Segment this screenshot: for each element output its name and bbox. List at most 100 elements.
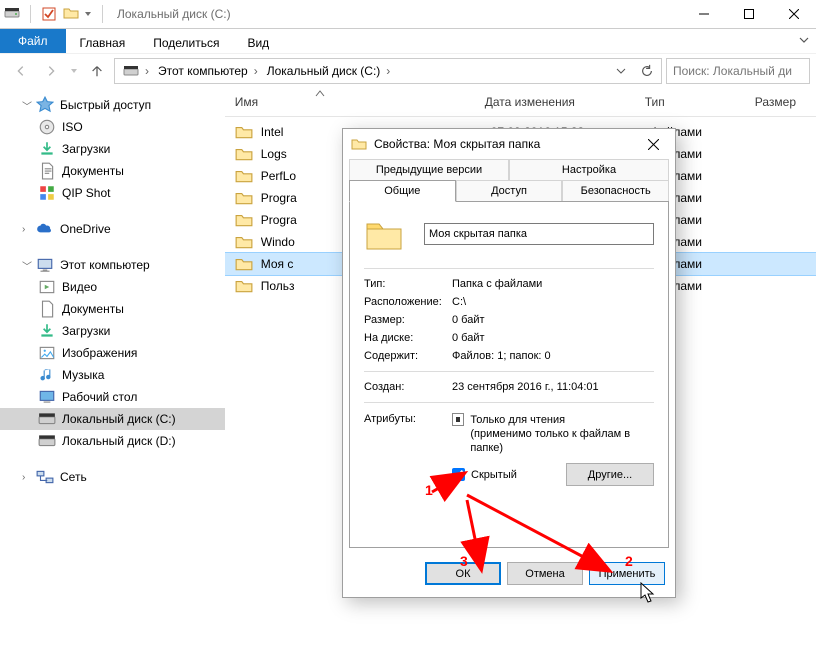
folder-icon <box>235 277 253 295</box>
search-input[interactable]: Поиск: Локальный ди <box>666 58 810 84</box>
nav-label: Локальный диск (D:) <box>62 434 176 448</box>
picture-icon <box>38 344 56 362</box>
folder-icon <box>351 136 367 152</box>
nav-network[interactable]: › Сеть <box>0 466 225 488</box>
col-name[interactable]: Имя <box>235 95 485 109</box>
prop-value: Файлов: 1; папок: 0 <box>452 350 551 362</box>
cloud-icon <box>36 220 54 238</box>
nav-quick-access[interactable]: ﹀ Быстрый доступ <box>0 94 225 116</box>
dialog-title: Свойства: Моя скрытая папка <box>374 137 635 151</box>
maximize-button[interactable] <box>726 0 771 28</box>
hidden-checkbox[interactable]: Скрытый <box>452 468 517 482</box>
folder-icon <box>235 189 253 207</box>
breadcrumb-this-pc[interactable]: Этот компьютер <box>152 59 261 83</box>
pc-icon <box>36 256 54 274</box>
nav-pictures[interactable]: Изображения <box>0 342 225 364</box>
ribbon-expand-button[interactable] <box>798 34 810 49</box>
addr-dropdown-button[interactable] <box>609 60 633 82</box>
other-attributes-button[interactable]: Другие... <box>566 463 654 486</box>
tab-sharing[interactable]: Доступ <box>456 180 563 202</box>
nav-music[interactable]: Музыка <box>0 364 225 386</box>
ribbon-tab-home[interactable]: Главная <box>66 29 140 53</box>
prop-label: Создан: <box>364 381 452 393</box>
nav-back-button[interactable] <box>6 56 36 86</box>
nav-forward-button[interactable] <box>36 56 66 86</box>
drive-icon <box>38 432 56 450</box>
nav-recent-dropdown[interactable] <box>66 56 82 86</box>
nav-downloads-pc[interactable]: Загрузки <box>0 320 225 342</box>
ribbon-tab-view[interactable]: Вид <box>233 29 283 53</box>
star-icon <box>36 96 54 114</box>
folder-icon <box>235 211 253 229</box>
tab-security[interactable]: Безопасность <box>562 180 669 202</box>
nav-onedrive[interactable]: › OneDrive <box>0 218 225 240</box>
nav-label: Документы <box>62 164 124 178</box>
nav-iso[interactable]: ISO <box>0 116 225 138</box>
folder-icon <box>235 123 253 141</box>
breadcrumb-drive[interactable]: Локальный диск (С:) <box>261 59 394 83</box>
search-placeholder: Поиск: Локальный ди <box>673 64 792 78</box>
nav-label: Сеть <box>60 470 87 484</box>
col-type[interactable]: Тип <box>645 95 755 109</box>
minimize-button[interactable] <box>681 0 726 28</box>
close-button[interactable] <box>771 0 816 28</box>
nav-downloads[interactable]: Загрузки <box>0 138 225 160</box>
app-icon <box>38 184 56 202</box>
download-icon <box>38 322 56 340</box>
dialog-button-row: ОК Отмена Применить <box>343 554 675 597</box>
properties-dialog: Свойства: Моя скрытая папка Предыдущие в… <box>342 128 676 598</box>
nav-qipshot[interactable]: QIP Shot <box>0 182 225 204</box>
dialog-body-general: Тип:Папка с файлами Расположение:C:\ Раз… <box>349 201 669 548</box>
folder-icon <box>235 233 253 251</box>
prop-label: На диске: <box>364 332 452 344</box>
nav-desktop[interactable]: Рабочий стол <box>0 386 225 408</box>
nav-label: Локальный диск (С:) <box>62 412 176 426</box>
nav-local-disk-c[interactable]: Локальный диск (С:) <box>0 408 225 430</box>
nav-local-disk-d[interactable]: Локальный диск (D:) <box>0 430 225 452</box>
nav-label: ISO <box>62 120 83 134</box>
drive-icon <box>4 5 20 24</box>
prop-value: C:\ <box>452 296 466 308</box>
breadcrumb-bar[interactable]: Этот компьютер Локальный диск (С:) <box>114 58 662 84</box>
readonly-checkbox[interactable]: Только для чтения (применимо только к фа… <box>452 413 654 455</box>
drive-icon <box>38 410 56 428</box>
download-icon <box>38 140 56 158</box>
col-size[interactable]: Размер <box>755 95 816 109</box>
tab-general[interactable]: Общие <box>349 180 456 202</box>
prop-value: Папка с файлами <box>452 278 542 290</box>
tab-previous-versions[interactable]: Предыдущие версии <box>349 159 509 180</box>
nav-up-button[interactable] <box>82 56 112 86</box>
folder-name-input[interactable] <box>424 223 654 245</box>
ribbon-file-tab[interactable]: Файл <box>0 29 66 53</box>
prop-value: 23 сентября 2016 г., 11:04:01 <box>452 381 599 393</box>
cancel-button[interactable]: Отмена <box>507 562 583 585</box>
col-date[interactable]: Дата изменения <box>485 95 645 109</box>
big-folder-icon <box>364 214 404 254</box>
ribbon-tab-share[interactable]: Поделиться <box>139 29 233 53</box>
nav-videos[interactable]: Видео <box>0 276 225 298</box>
prop-label: Размер: <box>364 314 452 326</box>
prop-value: 0 байт <box>452 314 485 326</box>
apply-button[interactable]: Применить <box>589 562 665 585</box>
breadcrumb-label: Локальный диск (С:) <box>267 64 381 78</box>
ok-button[interactable]: ОК <box>425 562 501 585</box>
qat-customize-dropdown[interactable] <box>85 12 92 16</box>
prop-label: Расположение: <box>364 296 452 308</box>
checkbox-note: (применимо только к файлам в папке) <box>470 428 630 454</box>
video-icon <box>38 278 56 296</box>
nav-label: Загрузки <box>62 324 110 338</box>
nav-label: Рабочий стол <box>62 390 137 404</box>
nav-documents[interactable]: Документы <box>0 160 225 182</box>
qat-properties-checkbox[interactable] <box>41 6 57 22</box>
breadcrumb-drive-icon[interactable] <box>117 59 152 83</box>
window-title-bar: Локальный диск (С:) <box>0 0 816 29</box>
dialog-title-bar[interactable]: Свойства: Моя скрытая папка <box>343 129 675 159</box>
tab-customize[interactable]: Настройка <box>509 159 669 180</box>
addr-refresh-button[interactable] <box>635 60 659 82</box>
nav-documents-pc[interactable]: Документы <box>0 298 225 320</box>
dialog-close-button[interactable] <box>635 130 671 158</box>
nav-this-pc[interactable]: ﹀ Этот компьютер <box>0 254 225 276</box>
window-title: Локальный диск (С:) <box>117 7 231 21</box>
columns-header[interactable]: Имя Дата изменения Тип Размер <box>225 88 816 117</box>
prop-value: 0 байт <box>452 332 485 344</box>
